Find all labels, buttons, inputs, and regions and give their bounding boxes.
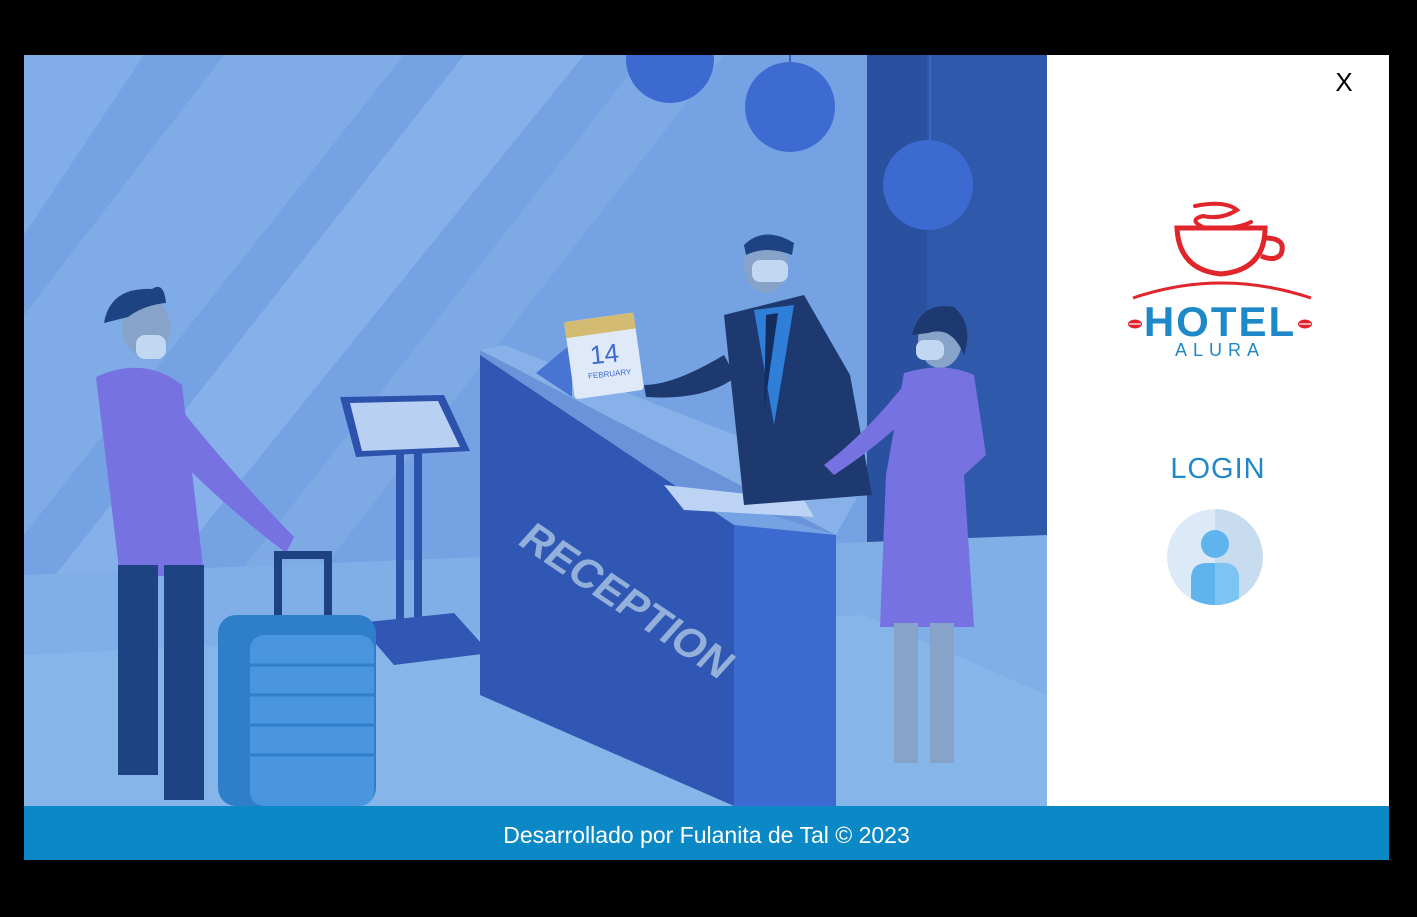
user-login-button[interactable] xyxy=(1167,509,1263,605)
hotel-reception-illustration: RECEPTION 14 FEBRUARY xyxy=(24,55,1047,806)
footer: Desarrollado por Fulanita de Tal © 2023 xyxy=(24,806,1389,860)
user-icon xyxy=(1167,509,1263,605)
hotel-alura-logo: HOTEL ALURA xyxy=(1125,198,1315,368)
close-button[interactable]: X xyxy=(1329,67,1359,97)
logo-title-text: HOTEL xyxy=(1144,298,1296,345)
logo-subtitle-text: ALURA xyxy=(1175,340,1265,360)
login-window: RECEPTION 14 FEBRUARY X HOTEL ALURA LOGI… xyxy=(24,55,1389,860)
login-side-panel: X HOTEL ALURA LOGIN xyxy=(1047,55,1389,806)
login-label[interactable]: LOGIN xyxy=(1047,453,1389,486)
